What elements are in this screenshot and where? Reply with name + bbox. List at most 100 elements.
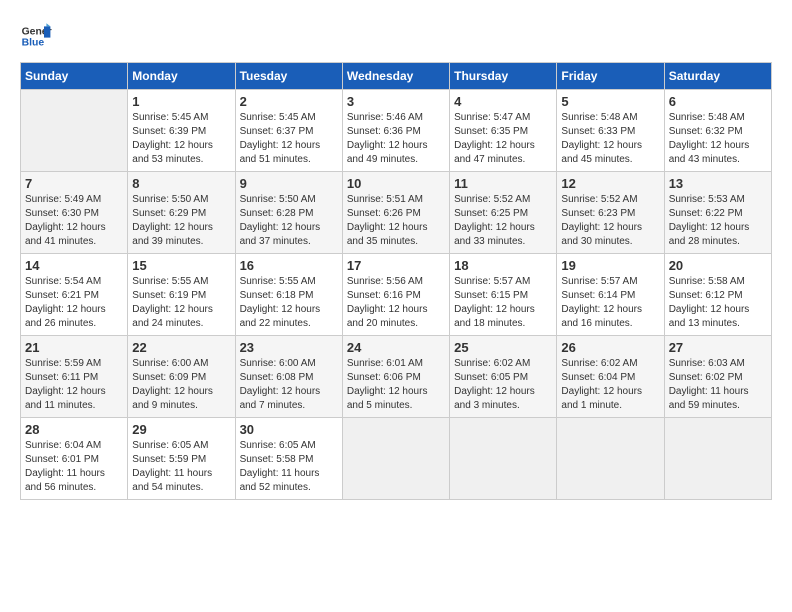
day-info: Sunrise: 5:58 AM Sunset: 6:12 PM Dayligh… <box>669 275 767 331</box>
day-number: 27 <box>669 340 767 355</box>
day-info: Sunrise: 5:51 AM Sunset: 6:26 PM Dayligh… <box>347 193 445 249</box>
day-number: 4 <box>454 94 552 109</box>
calendar-cell: 11Sunrise: 5:52 AM Sunset: 6:25 PM Dayli… <box>450 172 557 254</box>
page-header: General Blue <box>20 20 772 52</box>
calendar-cell: 22 Sunrise: 6:00 AM Sunset: 6:09 PM Dayli… <box>128 336 235 418</box>
day-info: Sunrise: 5:48 AM Sunset: 6:33 PM Dayligh… <box>561 111 659 167</box>
calendar-cell: 18 Sunrise: 5:57 AM Sunset: 6:15 PM Dayli… <box>450 254 557 336</box>
day-number: 3 <box>347 94 445 109</box>
day-number: 10 <box>347 176 445 191</box>
day-number: 5 <box>561 94 659 109</box>
logo: General Blue <box>20 20 52 52</box>
day-info: Sunrise: 5:49 AM Sunset: 6:30 PM Dayligh… <box>25 193 123 249</box>
day-number: 20 <box>669 258 767 273</box>
day-number: 9 <box>240 176 338 191</box>
day-number: 23 <box>240 340 338 355</box>
day-info: Sunrise: 6:02 AM Sunset: 6:04 PM Dayligh… <box>561 357 659 413</box>
calendar-cell: 29 Sunrise: 6:05 AM Sunset: 5:59 PM Dayli… <box>128 418 235 500</box>
day-info: Sunrise: 6:04 AM Sunset: 6:01 PM Dayligh… <box>25 439 123 495</box>
day-info: Sunrise: 5:55 AM Sunset: 6:19 PM Dayligh… <box>132 275 230 331</box>
day-number: 13 <box>669 176 767 191</box>
day-info: Sunrise: 6:02 AM Sunset: 6:05 PM Dayligh… <box>454 357 552 413</box>
day-info: Sunrise: 5:55 AM Sunset: 6:18 PM Dayligh… <box>240 275 338 331</box>
day-number: 14 <box>25 258 123 273</box>
calendar-cell: 27 Sunrise: 6:03 AM Sunset: 6:02 PM Dayli… <box>664 336 771 418</box>
day-info: Sunrise: 6:05 AM Sunset: 5:59 PM Dayligh… <box>132 439 230 495</box>
day-info: Sunrise: 5:52 AM Sunset: 6:23 PM Dayligh… <box>561 193 659 249</box>
calendar-cell: 25Sunrise: 6:02 AM Sunset: 6:05 PM Dayli… <box>450 336 557 418</box>
day-number: 29 <box>132 422 230 437</box>
calendar-cell <box>664 418 771 500</box>
day-info: Sunrise: 5:56 AM Sunset: 6:16 PM Dayligh… <box>347 275 445 331</box>
calendar-cell: 3 Sunrise: 5:46 AM Sunset: 6:36 PM Daylig… <box>342 90 449 172</box>
day-number: 18 <box>454 258 552 273</box>
calendar-header: SundayMondayTuesdayWednesdayThursdayFrid… <box>21 63 772 90</box>
day-info: Sunrise: 6:03 AM Sunset: 6:02 PM Dayligh… <box>669 357 767 413</box>
calendar-cell: 9 Sunrise: 5:50 AM Sunset: 6:28 PM Daylig… <box>235 172 342 254</box>
day-info: Sunrise: 5:45 AM Sunset: 6:39 PM Dayligh… <box>132 111 230 167</box>
calendar-cell: 7 Sunrise: 5:49 AM Sunset: 6:30 PM Daylig… <box>21 172 128 254</box>
calendar-cell <box>342 418 449 500</box>
calendar-cell: 13 Sunrise: 5:53 AM Sunset: 6:22 PM Dayli… <box>664 172 771 254</box>
svg-text:Blue: Blue <box>22 38 45 49</box>
calendar-cell: 26 Sunrise: 6:02 AM Sunset: 6:04 PM Dayli… <box>557 336 664 418</box>
day-number: 11 <box>454 176 552 191</box>
day-number: 17 <box>347 258 445 273</box>
day-info: Sunrise: 6:00 AM Sunset: 6:09 PM Dayligh… <box>132 357 230 413</box>
day-info: Sunrise: 5:45 AM Sunset: 6:37 PM Dayligh… <box>240 111 338 167</box>
day-info: Sunrise: 5:50 AM Sunset: 6:28 PM Dayligh… <box>240 193 338 249</box>
day-info: Sunrise: 5:59 AM Sunset: 6:11 PM Dayligh… <box>25 357 123 413</box>
weekday-header: Friday <box>557 63 664 90</box>
calendar-cell <box>450 418 557 500</box>
day-number: 8 <box>132 176 230 191</box>
day-number: 6 <box>669 94 767 109</box>
calendar-cell: 1 Sunrise: 5:45 AM Sunset: 6:39 PM Daylig… <box>128 90 235 172</box>
day-info: Sunrise: 5:48 AM Sunset: 6:32 PM Dayligh… <box>669 111 767 167</box>
day-info: Sunrise: 6:00 AM Sunset: 6:08 PM Dayligh… <box>240 357 338 413</box>
calendar-cell: 19 Sunrise: 5:57 AM Sunset: 6:14 PM Dayli… <box>557 254 664 336</box>
weekday-header: Saturday <box>664 63 771 90</box>
day-number: 19 <box>561 258 659 273</box>
calendar-cell: 4 Sunrise: 5:47 AM Sunset: 6:35 PM Daylig… <box>450 90 557 172</box>
calendar-cell: 14 Sunrise: 5:54 AM Sunset: 6:21 PM Dayli… <box>21 254 128 336</box>
calendar-cell: 2 Sunrise: 5:45 AM Sunset: 6:37 PM Daylig… <box>235 90 342 172</box>
calendar-cell: 17 Sunrise: 5:56 AM Sunset: 6:16 PM Dayli… <box>342 254 449 336</box>
day-number: 21 <box>25 340 123 355</box>
calendar-cell <box>21 90 128 172</box>
logo-icon: General Blue <box>20 20 52 52</box>
day-number: 2 <box>240 94 338 109</box>
calendar-cell: 5 Sunrise: 5:48 AM Sunset: 6:33 PM Daylig… <box>557 90 664 172</box>
calendar-cell: 28 Sunrise: 6:04 AM Sunset: 6:01 PM Dayli… <box>21 418 128 500</box>
day-info: Sunrise: 5:57 AM Sunset: 6:15 PM Dayligh… <box>454 275 552 331</box>
day-info: Sunrise: 5:54 AM Sunset: 6:21 PM Dayligh… <box>25 275 123 331</box>
day-number: 16 <box>240 258 338 273</box>
day-info: Sunrise: 5:46 AM Sunset: 6:36 PM Dayligh… <box>347 111 445 167</box>
day-info: Sunrise: 5:47 AM Sunset: 6:35 PM Dayligh… <box>454 111 552 167</box>
day-number: 28 <box>25 422 123 437</box>
day-number: 12 <box>561 176 659 191</box>
calendar-cell <box>557 418 664 500</box>
calendar-table: SundayMondayTuesdayWednesdayThursdayFrid… <box>20 62 772 500</box>
calendar-cell: 24 Sunrise: 6:01 AM Sunset: 6:06 PM Dayli… <box>342 336 449 418</box>
calendar-cell: 12 Sunrise: 5:52 AM Sunset: 6:23 PM Dayli… <box>557 172 664 254</box>
day-number: 22 <box>132 340 230 355</box>
weekday-header: Wednesday <box>342 63 449 90</box>
calendar-cell: 8 Sunrise: 5:50 AM Sunset: 6:29 PM Daylig… <box>128 172 235 254</box>
weekday-header: Thursday <box>450 63 557 90</box>
day-number: 1 <box>132 94 230 109</box>
calendar-cell: 30Sunrise: 6:05 AM Sunset: 5:58 PM Dayli… <box>235 418 342 500</box>
day-number: 7 <box>25 176 123 191</box>
day-info: Sunrise: 5:53 AM Sunset: 6:22 PM Dayligh… <box>669 193 767 249</box>
calendar-cell: 6 Sunrise: 5:48 AM Sunset: 6:32 PM Daylig… <box>664 90 771 172</box>
calendar-cell: 21 Sunrise: 5:59 AM Sunset: 6:11 PM Dayli… <box>21 336 128 418</box>
weekday-header: Sunday <box>21 63 128 90</box>
day-number: 15 <box>132 258 230 273</box>
day-number: 24 <box>347 340 445 355</box>
day-number: 30 <box>240 422 338 437</box>
calendar-cell: 15 Sunrise: 5:55 AM Sunset: 6:19 PM Dayli… <box>128 254 235 336</box>
calendar-cell: 10 Sunrise: 5:51 AM Sunset: 6:26 PM Dayli… <box>342 172 449 254</box>
day-info: Sunrise: 5:50 AM Sunset: 6:29 PM Dayligh… <box>132 193 230 249</box>
day-info: Sunrise: 6:01 AM Sunset: 6:06 PM Dayligh… <box>347 357 445 413</box>
day-number: 26 <box>561 340 659 355</box>
day-info: Sunrise: 5:57 AM Sunset: 6:14 PM Dayligh… <box>561 275 659 331</box>
